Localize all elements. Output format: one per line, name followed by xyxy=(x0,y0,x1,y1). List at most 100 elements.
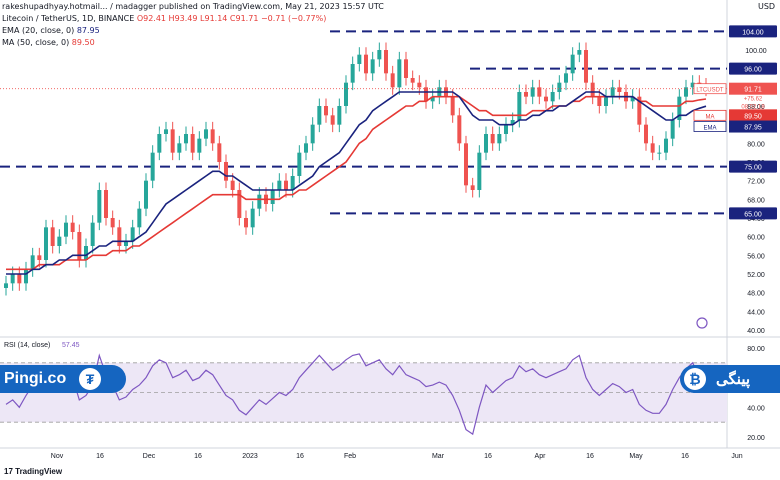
candle-body xyxy=(557,82,562,92)
candle-body xyxy=(490,134,495,144)
candle-body xyxy=(184,134,188,144)
candle-body xyxy=(190,134,195,153)
candle-body xyxy=(617,87,622,92)
candle-body xyxy=(564,73,568,83)
candle-body xyxy=(97,190,102,223)
time-tick-label: Feb xyxy=(344,453,356,460)
ema-legend: EMA (20, close, 0) 87.95 xyxy=(2,26,100,35)
currency-label: USD xyxy=(758,2,776,11)
price-tick-label: 72.00 xyxy=(747,179,765,186)
candle-body xyxy=(277,180,282,190)
candle-body xyxy=(670,120,675,139)
time-tick-label: 16 xyxy=(484,453,492,460)
candle-body xyxy=(44,227,48,260)
candle-body xyxy=(317,106,322,125)
candle-body xyxy=(470,185,475,190)
candle-body xyxy=(37,255,42,260)
candle-body xyxy=(644,124,648,144)
candle-body xyxy=(577,50,582,55)
rsi-value: 57.45 xyxy=(62,342,80,349)
candle-body xyxy=(497,134,502,144)
candle-body xyxy=(297,152,302,176)
candle-body xyxy=(290,176,295,190)
price-tick-label: 52.00 xyxy=(747,272,765,279)
candle-body xyxy=(597,96,602,106)
time-tick-label: 16 xyxy=(296,453,304,460)
time-tick-label: Dec xyxy=(143,453,156,460)
candle-body xyxy=(384,50,388,74)
candle-body xyxy=(110,218,115,228)
price-tick-label: 100.00 xyxy=(745,48,767,55)
series-name-label: EMA xyxy=(703,126,716,132)
rsi-tick-label: 80.00 xyxy=(747,346,765,353)
candle-body xyxy=(250,208,255,228)
candle-body xyxy=(117,227,122,246)
tradingview-footer: 17 TradingView xyxy=(4,467,63,476)
time-tick-label: Jun xyxy=(731,453,742,460)
candle-body xyxy=(364,54,368,74)
candle-body xyxy=(70,222,75,232)
candle-body xyxy=(310,124,315,144)
price-tick-label: 80.00 xyxy=(747,141,765,148)
candle-body xyxy=(650,143,655,153)
level-tag-label: 96.00 xyxy=(744,67,762,74)
candle-body xyxy=(164,129,168,134)
candle-body xyxy=(10,274,15,284)
time-tick-label: 2023 xyxy=(242,453,258,460)
series-name-label: LTCUSDT xyxy=(696,88,724,94)
publisher-line: rakeshupadhyay.hotmail... / madagger pub… xyxy=(2,2,384,11)
candle-body xyxy=(17,274,22,284)
symbol-line: Litecoin / TetherUS, 1D, BINANCE O92.41 … xyxy=(2,14,327,23)
countdown-label: 08:02:18 xyxy=(741,105,765,111)
series-value-label: 91.71 xyxy=(744,87,762,94)
candle-body xyxy=(30,255,35,270)
candle-body xyxy=(404,59,408,78)
time-tick-label: 16 xyxy=(194,453,202,460)
candle-body xyxy=(24,269,28,284)
candle-body xyxy=(544,96,548,102)
rsi-label: RSI (14, close) xyxy=(4,342,50,349)
candle-body xyxy=(90,222,95,246)
candle-body xyxy=(417,82,422,88)
candle-body xyxy=(390,73,395,88)
candle-body xyxy=(357,54,362,64)
candle-body xyxy=(324,106,328,116)
pingi-badge-right: ₿ پینگی xyxy=(680,365,780,393)
candle-body xyxy=(484,134,488,153)
candle-body xyxy=(284,180,288,190)
candle-body xyxy=(477,152,482,190)
candle-body xyxy=(217,143,222,162)
time-tick-label: Nov xyxy=(51,453,64,460)
series-name-label: MA xyxy=(706,114,715,120)
candle-body xyxy=(210,129,215,144)
candle-body xyxy=(410,78,415,83)
candle-body xyxy=(397,59,402,88)
candle-body xyxy=(270,190,275,204)
candle-body xyxy=(230,180,235,190)
candle-body xyxy=(524,92,528,97)
candle-body xyxy=(150,152,155,181)
level-tag-label: 65.00 xyxy=(744,211,762,218)
candle-body xyxy=(377,50,382,60)
candle-body xyxy=(304,143,308,153)
candle-body xyxy=(157,134,162,153)
candle-body xyxy=(137,208,142,228)
candle-body xyxy=(664,138,668,153)
rsi-tick-label: 40.00 xyxy=(747,405,765,412)
price-tick-label: 60.00 xyxy=(747,235,765,242)
ema20-line xyxy=(6,91,707,275)
candle-body xyxy=(84,246,88,260)
candle-body xyxy=(330,115,335,125)
candle-body xyxy=(370,59,375,74)
series-value-label: 87.95 xyxy=(744,125,762,132)
level-tag-label: 75.00 xyxy=(744,165,762,172)
candle-body xyxy=(170,129,175,153)
tether-icon: ₮ xyxy=(79,368,101,390)
candle-body xyxy=(104,190,108,218)
time-tick-label: May xyxy=(629,453,643,460)
candle-body xyxy=(177,143,182,153)
candle-body xyxy=(197,138,202,153)
candle-body xyxy=(570,54,575,74)
candle-body xyxy=(457,115,462,144)
price-chart[interactable]: 104.00100.0096.0092.0088.0084.0080.0076.… xyxy=(0,0,780,480)
